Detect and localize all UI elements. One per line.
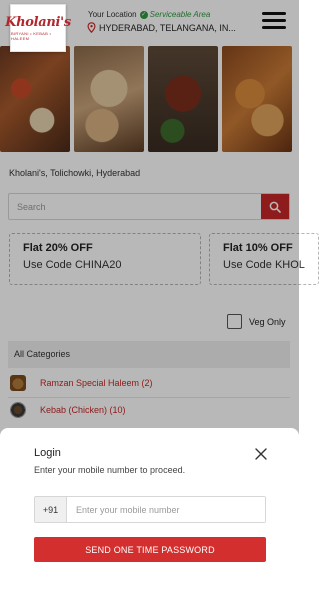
send-otp-button[interactable]: SEND ONE TIME PASSWORD [34,537,266,562]
country-code: +91 [35,497,67,522]
logo-text: Kholani's [5,15,71,30]
phone-field-group: +91 [34,496,266,523]
login-title: Login [34,447,61,459]
brand-logo[interactable]: Kholani's BIRYANI • KEBAB • HALEEM [5,4,71,52]
logo-subtext: BIRYANI • KEBAB • HALEEM [11,31,52,41]
close-icon[interactable] [254,447,268,461]
mobile-number-input[interactable] [67,497,265,522]
login-subtitle: Enter your mobile number to proceed. [34,465,186,475]
